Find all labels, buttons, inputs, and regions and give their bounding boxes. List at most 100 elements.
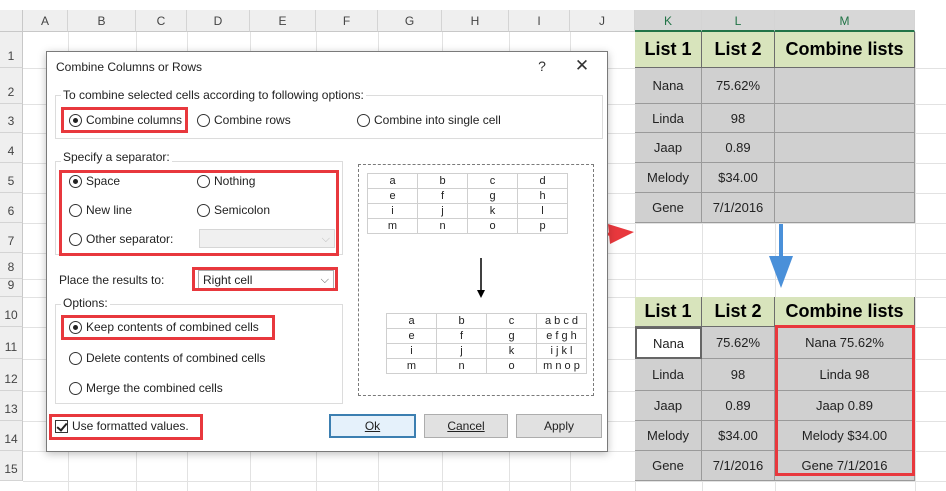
table-cell[interactable]: 75.62%: [702, 68, 775, 104]
row-header[interactable]: 1: [0, 32, 23, 68]
column-header[interactable]: I: [509, 10, 570, 32]
radio-combine-rows[interactable]: Combine rows: [197, 113, 291, 127]
table-cell[interactable]: [775, 68, 915, 104]
table-cell[interactable]: [775, 163, 915, 193]
table-header-cell[interactable]: Combine lists: [775, 297, 915, 327]
table-cell[interactable]: [775, 193, 915, 223]
radio-combine-columns[interactable]: Combine columns: [69, 113, 182, 127]
radio-dot: [69, 113, 82, 127]
table-cell[interactable]: Gene: [635, 451, 702, 481]
column-header[interactable]: D: [187, 10, 250, 32]
table-cell[interactable]: Melody $34.00: [775, 421, 915, 451]
row-header[interactable]: 12: [0, 359, 23, 391]
options-group-label: Options:: [61, 296, 110, 310]
row-header[interactable]: 11: [0, 327, 23, 359]
table-cell[interactable]: Linda 98: [775, 359, 915, 391]
table-cell[interactable]: 98: [702, 359, 775, 391]
column-header[interactable]: C: [136, 10, 187, 32]
gridline-horizontal: [23, 481, 946, 482]
row-header[interactable]: 6: [0, 193, 23, 223]
radio-combine-single-cell[interactable]: Combine into single cell: [357, 113, 501, 127]
place-results-label: Place the results to:: [59, 273, 165, 287]
radio-delete-contents[interactable]: Delete contents of combined cells: [69, 351, 265, 365]
table-cell[interactable]: $34.00: [702, 163, 775, 193]
gridline-vertical: [915, 32, 916, 491]
table-cell[interactable]: Nana: [635, 327, 702, 359]
table-header-cell[interactable]: Combine lists: [775, 32, 915, 68]
column-header[interactable]: E: [250, 10, 316, 32]
table-cell[interactable]: 75.62%: [702, 327, 775, 359]
column-header[interactable]: L: [702, 10, 775, 32]
table-cell[interactable]: [775, 133, 915, 163]
apply-button[interactable]: Apply: [516, 414, 602, 438]
table-header-cell[interactable]: List 1: [635, 297, 702, 327]
place-results-combo[interactable]: Right cell ⌵: [198, 270, 334, 290]
column-header[interactable]: J: [570, 10, 635, 32]
table-cell[interactable]: 98: [702, 104, 775, 133]
table-cell[interactable]: Jaap: [635, 391, 702, 421]
radio-merge-cells[interactable]: Merge the combined cells: [69, 381, 223, 395]
radio-new-line[interactable]: New line: [69, 203, 132, 217]
row-header[interactable]: 13: [0, 391, 23, 421]
column-header[interactable]: K: [635, 10, 702, 32]
other-separator-combo[interactable]: ⌵: [199, 229, 335, 248]
table-cell[interactable]: Nana: [635, 68, 702, 104]
table-header-cell[interactable]: List 2: [702, 297, 775, 327]
column-header[interactable]: G: [378, 10, 442, 32]
table-cell[interactable]: Gene: [635, 193, 702, 223]
table-cell[interactable]: Melody: [635, 163, 702, 193]
select-all-corner[interactable]: [0, 10, 23, 32]
preview-cell: e: [367, 188, 418, 204]
row-header[interactable]: 14: [0, 421, 23, 451]
preview-row: abcd: [367, 173, 568, 189]
radio-dot: [69, 203, 82, 217]
radio-dot: [357, 113, 370, 127]
table-cell[interactable]: $34.00: [702, 421, 775, 451]
table-cell[interactable]: Melody: [635, 421, 702, 451]
radio-nothing[interactable]: Nothing: [197, 174, 255, 188]
radio-semicolon[interactable]: Semicolon: [197, 203, 270, 217]
row-header[interactable]: 8: [0, 253, 23, 279]
radio-label: Combine rows: [214, 113, 291, 127]
table-header-cell[interactable]: List 2: [702, 32, 775, 68]
preview-row: mnom n o p: [386, 358, 587, 374]
help-button[interactable]: ?: [531, 55, 553, 77]
row-header[interactable]: 9: [0, 278, 23, 297]
row-header[interactable]: 10: [0, 297, 23, 327]
radio-keep-contents[interactable]: Keep contents of combined cells: [69, 320, 259, 334]
row-header[interactable]: 7: [0, 223, 23, 253]
use-formatted-checkbox[interactable]: Use formatted values.: [55, 419, 189, 433]
table-cell[interactable]: Linda: [635, 359, 702, 391]
row-header[interactable]: 4: [0, 133, 23, 163]
preview-cell: k: [486, 343, 537, 359]
radio-other-separator[interactable]: Other separator:: [69, 232, 173, 246]
preview-cell: c: [486, 313, 537, 329]
preview-cell: m: [386, 358, 437, 374]
table-cell[interactable]: Jaap: [635, 133, 702, 163]
table-cell[interactable]: Gene 7/1/2016: [775, 451, 915, 481]
table-cell[interactable]: 0.89: [702, 133, 775, 163]
row-header[interactable]: 3: [0, 104, 23, 133]
row-header[interactable]: 2: [0, 68, 23, 104]
table-cell[interactable]: 7/1/2016: [702, 451, 775, 481]
table-cell[interactable]: [775, 104, 915, 133]
table-cell[interactable]: Linda: [635, 104, 702, 133]
table-cell[interactable]: 7/1/2016: [702, 193, 775, 223]
cancel-button[interactable]: Cancel: [424, 414, 508, 438]
table-cell[interactable]: 0.89: [702, 391, 775, 421]
radio-label: Combine into single cell: [374, 113, 501, 127]
radio-label: Combine columns: [86, 113, 183, 127]
column-header[interactable]: A: [23, 10, 68, 32]
row-header[interactable]: 15: [0, 451, 23, 481]
table-cell[interactable]: Nana 75.62%: [775, 327, 915, 359]
table-header-cell[interactable]: List 1: [635, 32, 702, 68]
radio-space[interactable]: Space: [69, 174, 120, 188]
ok-button[interactable]: Ok: [329, 414, 416, 438]
close-button[interactable]: ✕: [571, 55, 593, 77]
row-header[interactable]: 5: [0, 163, 23, 193]
table-cell[interactable]: Jaap 0.89: [775, 391, 915, 421]
column-header[interactable]: B: [68, 10, 136, 32]
column-header[interactable]: H: [442, 10, 509, 32]
column-header[interactable]: F: [316, 10, 378, 32]
column-header[interactable]: M: [775, 10, 915, 32]
